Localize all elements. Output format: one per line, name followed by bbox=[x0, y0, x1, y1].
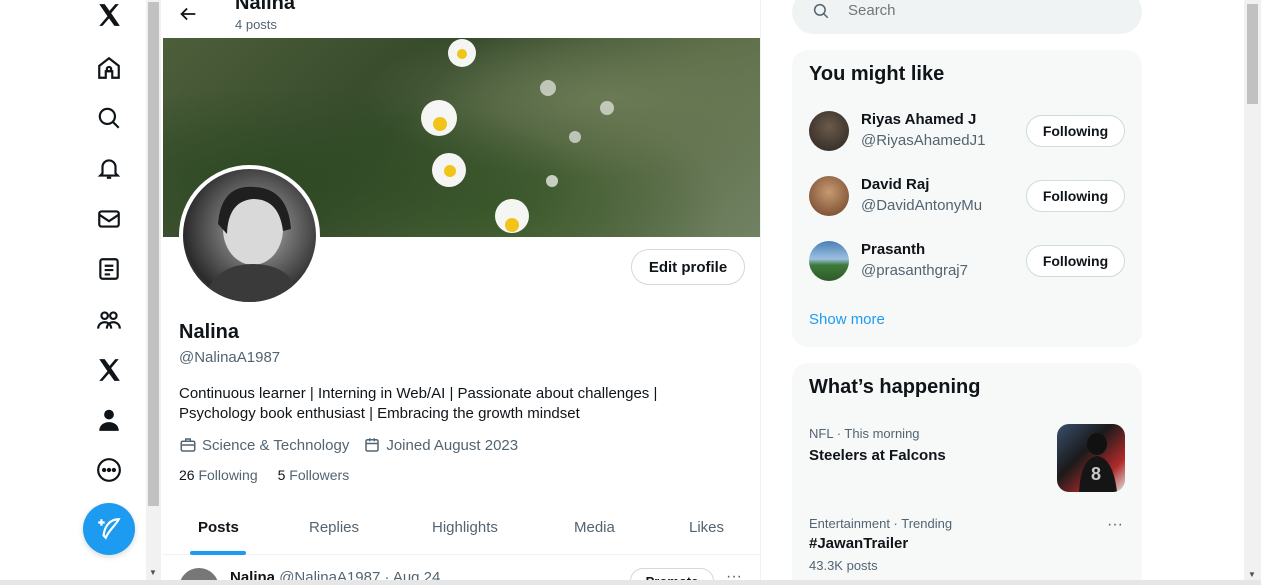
followers-label: Followers bbox=[289, 467, 350, 483]
back-arrow-icon[interactable] bbox=[177, 3, 199, 25]
trend-meta: Entertainment · Trending bbox=[809, 516, 953, 531]
you-might-like-panel: You might like Riyas Ahamed J @RiyasAham… bbox=[792, 50, 1142, 347]
trend-posts: 43.3K posts bbox=[809, 558, 878, 573]
tab-replies[interactable]: Replies bbox=[309, 519, 359, 536]
trend-meta: NFL · This morning bbox=[809, 426, 920, 441]
suggestion-handle: @RiyasAhamedJ1 bbox=[861, 132, 986, 149]
you-might-like-title: You might like bbox=[809, 63, 945, 85]
suggestion-row[interactable]: David Raj @DavidAntonyMu Following bbox=[792, 166, 1142, 228]
scroll-down-arrow-icon[interactable]: ▼ bbox=[149, 568, 157, 577]
svg-text:8: 8 bbox=[1091, 464, 1101, 484]
bio-line-2: Psychology book enthusiast | Embracing t… bbox=[179, 405, 580, 422]
left-navigation bbox=[0, 0, 146, 585]
suggestion-name[interactable]: Prasanth bbox=[861, 241, 925, 258]
avatar-portrait bbox=[203, 186, 303, 302]
briefcase-icon bbox=[180, 438, 196, 452]
tab-highlights[interactable]: Highlights bbox=[432, 519, 498, 536]
explore-search-icon[interactable] bbox=[94, 103, 124, 133]
main-scrollbar[interactable]: ▼ bbox=[146, 0, 161, 585]
header-post-count: 4 posts bbox=[235, 17, 277, 32]
profile-person-icon[interactable] bbox=[94, 405, 124, 435]
following-button[interactable]: Following bbox=[1026, 115, 1125, 147]
header-name: Nalina bbox=[235, 0, 296, 14]
scroll-down-arrow-icon[interactable]: ▼ bbox=[1248, 570, 1256, 579]
suggestion-avatar[interactable] bbox=[809, 176, 849, 216]
edit-profile-button[interactable]: Edit profile bbox=[631, 249, 745, 285]
main-scrollbar-thumb[interactable] bbox=[148, 2, 159, 506]
x-logo-icon[interactable] bbox=[94, 0, 124, 30]
category-text: Science & Technology bbox=[202, 436, 350, 454]
active-tab-indicator bbox=[190, 551, 246, 555]
profile-category: Science & Technology bbox=[179, 436, 349, 454]
suggestion-handle: @DavidAntonyMu bbox=[861, 197, 983, 214]
page-scrollbar-thumb[interactable] bbox=[1247, 4, 1258, 104]
joined-text: Joined August 2023 bbox=[386, 436, 519, 454]
suggestion-row[interactable]: Prasanth @prasanthgraj7 Following bbox=[792, 231, 1142, 293]
lists-icon[interactable] bbox=[94, 254, 124, 284]
compose-post-button[interactable] bbox=[83, 503, 135, 555]
followers-link[interactable]: 5 Followers bbox=[278, 467, 350, 483]
communities-icon[interactable] bbox=[94, 305, 124, 335]
search-input[interactable] bbox=[848, 2, 1098, 19]
trend-title: #JawanTrailer bbox=[809, 535, 909, 552]
following-button[interactable]: Following bbox=[1026, 180, 1125, 212]
following-link[interactable]: 26 Following bbox=[179, 467, 258, 483]
suggestion-name[interactable]: David Raj bbox=[861, 176, 929, 193]
profile-top-bar: Nalina 4 posts bbox=[163, 0, 760, 38]
trend-photo: 8 bbox=[1079, 433, 1117, 492]
trend-image[interactable]: 8 bbox=[1057, 424, 1125, 492]
profile-meta: Science & Technology Joined August 2023 bbox=[179, 436, 518, 454]
more-options-circle-icon[interactable] bbox=[94, 455, 124, 485]
whats-happening-title: What’s happening bbox=[809, 376, 981, 398]
whats-happening-panel: What’s happening NFL · This morning Stee… bbox=[792, 363, 1142, 585]
show-more-link[interactable]: Show more bbox=[809, 311, 885, 328]
profile-name: Nalina bbox=[179, 321, 240, 343]
profile-handle: @NalinaA1987 bbox=[179, 349, 281, 366]
trend-more-icon[interactable]: ··· bbox=[1107, 516, 1123, 534]
follow-stats: 26 Following 5 Followers bbox=[179, 467, 349, 483]
calendar-icon bbox=[365, 438, 380, 452]
search-icon bbox=[813, 3, 829, 19]
profile-tabs: Posts Replies Highlights Media Likes bbox=[163, 505, 760, 555]
suggestion-handle: @prasanthgraj7 bbox=[861, 262, 968, 279]
home-icon[interactable] bbox=[94, 53, 124, 83]
profile-column: Nalina 4 posts Edit profile Nalina @Nali… bbox=[163, 0, 761, 585]
bio-line-1: Continuous learner | Interning in Web/AI… bbox=[179, 385, 658, 402]
page-scrollbar[interactable]: ▲ ▼ bbox=[1244, 0, 1261, 585]
suggestion-name[interactable]: Riyas Ahamed J bbox=[861, 111, 976, 128]
tab-media[interactable]: Media bbox=[574, 519, 615, 536]
following-button[interactable]: Following bbox=[1026, 245, 1125, 277]
trend-title: Steelers at Falcons bbox=[809, 447, 946, 464]
profile-bio: Continuous learner | Interning in Web/AI… bbox=[179, 384, 699, 424]
suggestion-row[interactable]: Riyas Ahamed J @RiyasAhamedJ1 Following bbox=[792, 101, 1142, 163]
profile-joined: Joined August 2023 bbox=[363, 436, 518, 454]
tab-likes[interactable]: Likes bbox=[689, 519, 724, 536]
premium-x-icon[interactable] bbox=[94, 355, 124, 385]
followers-count: 5 bbox=[277, 467, 286, 483]
suggestion-avatar[interactable] bbox=[809, 111, 849, 151]
following-count: 26 bbox=[179, 467, 195, 483]
suggestion-avatar[interactable] bbox=[809, 241, 849, 281]
tab-posts[interactable]: Posts bbox=[198, 519, 239, 536]
messages-envelope-icon[interactable] bbox=[94, 204, 124, 234]
profile-avatar[interactable] bbox=[179, 165, 320, 306]
notifications-bell-icon[interactable] bbox=[94, 153, 124, 183]
feather-plus-icon bbox=[98, 518, 121, 540]
search-box[interactable] bbox=[792, 0, 1142, 34]
following-label: Following bbox=[198, 467, 258, 483]
bottom-edge bbox=[0, 580, 1261, 585]
